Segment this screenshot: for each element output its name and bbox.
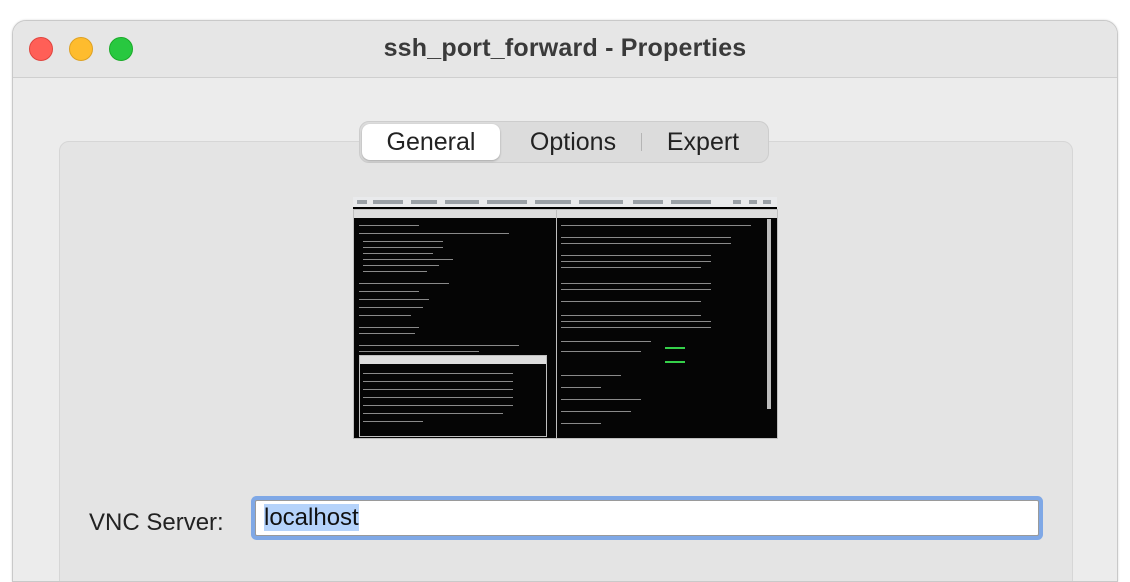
tab-expert[interactable]: Expert: [646, 122, 760, 162]
preview-terminal-bottom: [359, 355, 547, 437]
screen-preview-thumbnail: [353, 197, 778, 439]
preview-menubar: [353, 197, 777, 207]
tab-general[interactable]: General: [362, 124, 500, 160]
vnc-server-label: VNC Server:: [89, 509, 224, 536]
tab-options[interactable]: Options: [508, 122, 638, 162]
tab-bar: General Options Expert: [359, 121, 769, 163]
vnc-server-input[interactable]: localhost: [255, 500, 1039, 536]
vnc-server-value: localhost: [264, 504, 359, 531]
title-bar[interactable]: ssh_port_forward - Properties: [13, 21, 1117, 78]
window-title: ssh_port_forward - Properties: [383, 34, 747, 62]
properties-window: ssh_port_forward - Properties General Op…: [12, 20, 1118, 582]
tab-separator: [641, 133, 642, 151]
